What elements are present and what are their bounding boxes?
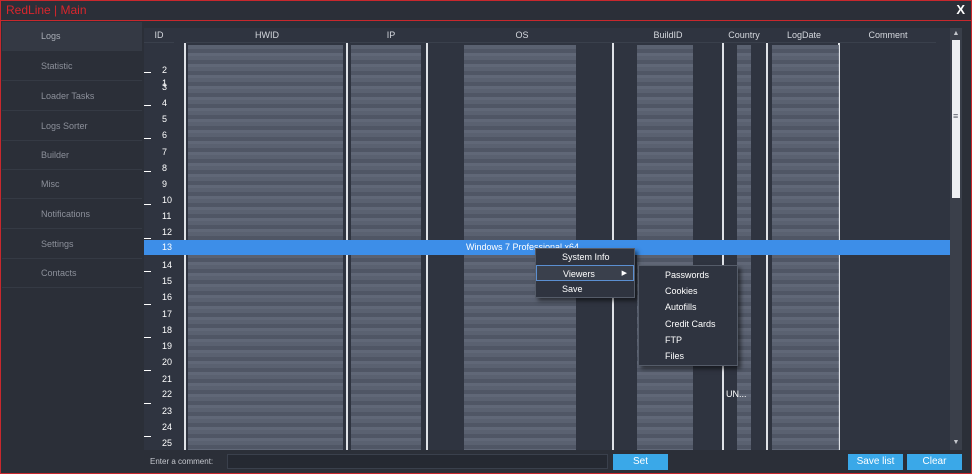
menu-item-save[interactable]: Save [536,281,634,297]
sidebar-item-contacts[interactable]: Contacts [2,259,142,288]
row-id: 13 [162,242,173,252]
comment-input[interactable] [227,454,608,469]
column-header-country[interactable]: Country [722,28,766,43]
sidebar-item-logs-sorter[interactable]: Logs Sorter [2,112,142,141]
save-list-button[interactable]: Save list [848,454,903,470]
close-button[interactable]: X [956,2,965,17]
vertical-scrollbar[interactable]: ▲ ≡ ▼ [950,28,962,450]
row-tick [144,436,151,437]
submenu-item-passwords[interactable]: Passwords [639,267,737,283]
row-id[interactable]: 2 [162,65,182,75]
row-id[interactable]: 16 [162,292,182,302]
chevron-down-icon[interactable]: ▼ [951,438,961,448]
main-window: RedLine | Main X Logs Statistic Loader T… [0,0,972,474]
row-id[interactable]: 5 [162,114,182,124]
comment-label: Enter a comment: [150,457,214,466]
submenu-item-autofills[interactable]: Autofills [639,299,737,315]
row-tick [144,337,151,338]
row-tick [144,204,151,205]
clear-button[interactable]: Clear [907,454,962,470]
row-tick [144,238,151,239]
sidebar-item-logs[interactable]: Logs [2,22,142,51]
row-tick [144,370,151,371]
row-tick [144,403,151,404]
row-id[interactable]: 21 [162,374,182,384]
row-id[interactable]: 22 [162,389,182,399]
submenu-item-cookies[interactable]: Cookies [639,283,737,299]
column-header-hwid[interactable]: HWID [186,28,348,43]
set-button[interactable]: Set [613,454,668,470]
sidebar: Logs Statistic Loader Tasks Logs Sorter … [2,22,142,473]
column-header-logdate[interactable]: LogDate [768,28,840,43]
grip-icon: ≡ [953,111,959,121]
row-id[interactable]: 3 [162,82,182,92]
bottom-bar: Enter a comment: Set Save list Clear [142,452,972,474]
row-id[interactable]: 11 [162,211,182,221]
sidebar-item-statistic[interactable]: Statistic [2,52,142,81]
row-tick [144,304,151,305]
menu-item-label: Viewers [563,269,595,279]
column-header-os[interactable]: OS [430,28,614,43]
row-id[interactable]: 10 [162,195,182,205]
logs-table[interactable]: ID HWID IP OS BuildID Country LogDate Co… [144,28,962,450]
row-id[interactable]: 4 [162,98,182,108]
country-cell-fragment: UN... [726,389,747,399]
viewers-submenu: Passwords Cookies Autofills Credit Cards… [638,265,738,366]
row-id[interactable]: 19 [162,341,182,351]
column-header-comment[interactable]: Comment [840,28,936,43]
row-id[interactable]: 9 [162,179,182,189]
sidebar-item-settings[interactable]: Settings [2,230,142,259]
submenu-item-files[interactable]: Files [639,348,737,364]
sidebar-item-misc[interactable]: Misc [2,170,142,199]
chevron-up-icon[interactable]: ▲ [951,29,961,39]
row-id[interactable]: 8 [162,163,182,173]
sidebar-item-loader-tasks[interactable]: Loader Tasks [2,82,142,111]
sidebar-item-notifications[interactable]: Notifications [2,200,142,229]
row-id[interactable]: 12 [162,227,182,237]
row-id[interactable]: 15 [162,276,182,286]
caret-right-icon: ▶ [621,270,627,277]
row-tick [144,171,151,172]
row-id[interactable]: 14 [162,260,182,270]
row-id[interactable]: 20 [162,357,182,367]
row-tick [144,72,151,73]
row-tick [144,138,151,139]
sidebar-item-builder[interactable]: Builder [2,141,142,170]
row-id[interactable]: 18 [162,325,182,335]
column-header-buildid[interactable]: BuildID [614,28,722,43]
window-title: RedLine | Main [6,3,87,17]
row-id[interactable]: 24 [162,422,182,432]
row-tick [144,105,151,106]
scrollbar-thumb[interactable]: ≡ [952,40,960,198]
row-id[interactable]: 7 [162,147,182,157]
row-id[interactable]: 23 [162,406,182,416]
row-id[interactable]: 17 [162,309,182,319]
submenu-item-ftp[interactable]: FTP [639,332,737,348]
column-header-ip[interactable]: IP [350,28,432,43]
title-bar[interactable]: RedLine | Main X [1,1,971,21]
row-id[interactable]: 6 [162,130,182,140]
menu-item-system-info[interactable]: System Info [536,249,634,265]
menu-item-viewers[interactable]: Viewers ▶ [536,265,634,281]
row-id[interactable]: 25 [162,438,182,448]
column-header-id[interactable]: ID [144,28,174,43]
context-menu: System Info Viewers ▶ Save [535,248,635,298]
row-tick [144,271,151,272]
submenu-item-credit-cards[interactable]: Credit Cards [639,316,737,332]
